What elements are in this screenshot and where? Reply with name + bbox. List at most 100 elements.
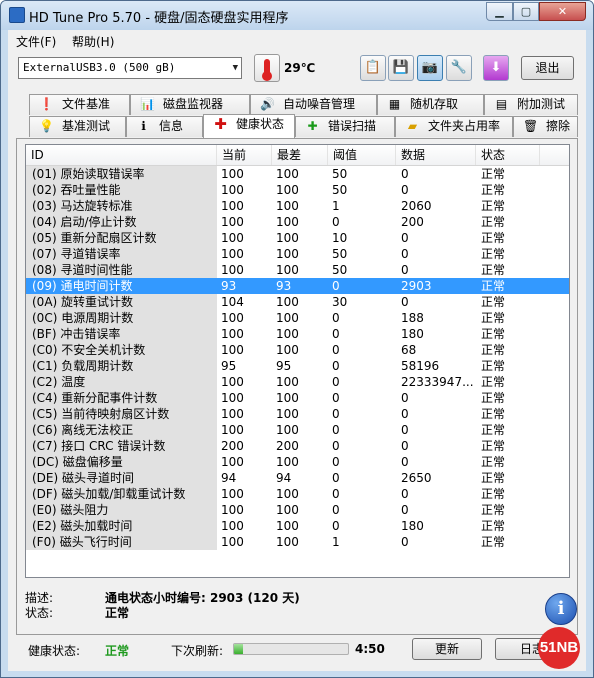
tab-error-scan[interactable]: ✚ 错误扫描 <box>295 116 395 137</box>
cell-current: 93 <box>221 279 237 293</box>
minimize-button[interactable]: ▁ <box>486 2 513 21</box>
cell-worst: 95 <box>276 359 292 373</box>
table-row[interactable]: (E2) 磁头加载时间 100 100 0 180 正常 <box>26 518 569 534</box>
refresh-progress-fill <box>234 644 244 654</box>
tab-random-access[interactable]: ▦ 随机存取 <box>377 94 484 115</box>
download-icon[interactable]: ⬇ <box>483 55 509 81</box>
title-bar[interactable]: HD Tune Pro 5.70 - 硬盘/固态硬盘实用程序 ▁ ▢ ✕ <box>1 1 593 30</box>
table-row[interactable]: (04) 启动/停止计数 100 100 0 200 正常 <box>26 214 569 230</box>
table-row[interactable]: (C1) 负载周期计数 95 95 0 58196 正常 <box>26 358 569 374</box>
cell-status: 正常 <box>481 327 506 341</box>
cell-worst: 100 <box>276 391 299 405</box>
cell-worst: 100 <box>276 519 299 533</box>
table-row[interactable]: (F0) 磁头飞行时间 100 100 1 0 正常 <box>26 534 569 550</box>
table-row[interactable]: (09) 通电时间计数 93 93 0 2903 正常 <box>26 278 569 294</box>
speaker-icon: 🔊 <box>260 97 275 111</box>
cell-data: 0 <box>401 487 409 501</box>
table-row[interactable]: (05) 重新分配扇区计数 100 100 10 0 正常 <box>26 230 569 246</box>
cell-id: (DC) 磁盘偏移量 <box>26 454 217 470</box>
cell-worst: 94 <box>276 471 292 485</box>
table-row[interactable]: (C7) 接口 CRC 错误计数 200 200 0 0 正常 <box>26 438 569 454</box>
cell-current: 100 <box>221 215 244 229</box>
table-row[interactable]: (0C) 电源周期计数 100 100 0 188 正常 <box>26 310 569 326</box>
cell-current: 100 <box>221 519 244 533</box>
settings-icon[interactable]: 🔧 <box>446 55 472 81</box>
table-row[interactable]: (C4) 重新分配事件计数 100 100 0 0 正常 <box>26 390 569 406</box>
table-row[interactable]: (0A) 旋转重试计数 104 100 30 0 正常 <box>26 294 569 310</box>
cell-worst: 100 <box>276 407 299 421</box>
cell-current: 100 <box>221 327 244 341</box>
cell-id: (C1) 负载周期计数 <box>26 358 217 374</box>
table-row[interactable]: (C0) 不安全关机计数 100 100 0 68 正常 <box>26 342 569 358</box>
cell-status: 正常 <box>481 295 506 309</box>
smart-table[interactable]: ID 当前 最差 阈值 数据 状态 (01) 原始读取错误率 100 100 50 0 正… <box>25 144 570 578</box>
cell-data: 180 <box>401 519 424 533</box>
cell-id: (C2) 温度 <box>26 374 217 390</box>
cell-status: 正常 <box>481 167 506 181</box>
cell-status: 正常 <box>481 423 506 437</box>
tab-health[interactable]: ✚ 健康状态 <box>203 114 295 138</box>
chevron-down-icon: ▼ <box>232 63 238 73</box>
info-icon[interactable]: i <box>545 593 577 625</box>
table-row[interactable]: (08) 寻道时间性能 100 100 50 0 正常 <box>26 262 569 278</box>
cell-threshold: 0 <box>332 439 340 453</box>
column-header-data[interactable]: 数据 <box>396 145 476 165</box>
column-header-threshold[interactable]: 阈值 <box>328 145 396 165</box>
camera-icon[interactable]: 📷 <box>417 55 443 81</box>
cell-current: 100 <box>221 263 244 277</box>
cell-threshold: 0 <box>332 359 340 373</box>
tab-file-benchmark[interactable]: ❗ 文件基准 <box>29 94 130 115</box>
cell-id: (0A) 旋转重试计数 <box>26 294 217 310</box>
table-row[interactable]: (C2) 温度 100 100 0 22333947... 正常 <box>26 374 569 390</box>
table-row[interactable]: (01) 原始读取错误率 100 100 50 0 正常 <box>26 166 569 182</box>
maximize-button[interactable]: ▢ <box>513 2 539 21</box>
drive-select[interactable]: ExternalUSB3.0 (500 gB) ▼ <box>18 57 242 79</box>
table-row[interactable]: (C5) 当前待映射扇区计数 100 100 0 0 正常 <box>26 406 569 422</box>
refresh-progress-bar <box>233 643 349 655</box>
tab-aam[interactable]: 🔊 自动噪音管理 <box>250 94 377 115</box>
cell-status: 正常 <box>481 471 506 485</box>
save-icon[interactable]: 💾 <box>388 55 414 81</box>
cell-data: 0 <box>401 295 409 309</box>
lightbulb-icon: 💡 <box>39 119 54 133</box>
table-row[interactable]: (DC) 磁盘偏移量 100 100 0 0 正常 <box>26 454 569 470</box>
exit-button[interactable]: 退出 <box>521 56 574 80</box>
cell-worst: 100 <box>276 247 299 261</box>
tab-info[interactable]: ℹ 信息 <box>126 116 203 137</box>
tab-disk-monitor[interactable]: 📊 磁盘监视器 <box>130 94 250 115</box>
cell-data: 2903 <box>401 279 432 293</box>
table-row[interactable]: (DF) 磁头加载/卸载重试计数 100 100 0 0 正常 <box>26 486 569 502</box>
table-row[interactable]: (03) 马达旋转标准 100 100 1 2060 正常 <box>26 198 569 214</box>
column-header-id[interactable]: ID <box>26 145 217 165</box>
close-button[interactable]: ✕ <box>539 2 586 21</box>
update-button[interactable]: 更新 <box>412 638 482 660</box>
menu-help[interactable]: 帮助(H) <box>72 33 114 50</box>
table-row[interactable]: (07) 寻道错误率 100 100 50 0 正常 <box>26 246 569 262</box>
tab-folder-usage[interactable]: ▰ 文件夹占用率 <box>395 116 513 137</box>
cell-worst: 100 <box>276 311 299 325</box>
column-header-current[interactable]: 当前 <box>217 145 272 165</box>
copy-icon[interactable]: 📋 <box>360 55 386 81</box>
tab-benchmark[interactable]: 💡 基准测试 <box>29 116 126 137</box>
cell-data: 200 <box>401 215 424 229</box>
cell-worst: 100 <box>276 343 299 357</box>
menu-file[interactable]: 文件(F) <box>16 33 56 50</box>
column-header-worst[interactable]: 最差 <box>272 145 328 165</box>
table-row[interactable]: (BF) 冲击错误率 100 100 0 180 正常 <box>26 326 569 342</box>
tab-erase[interactable]: 🗑 擦除 <box>513 116 578 137</box>
cell-current: 95 <box>221 359 237 373</box>
table-row[interactable]: (DE) 磁头寻道时间 94 94 0 2650 正常 <box>26 470 569 486</box>
cell-status: 正常 <box>481 391 506 405</box>
cell-worst: 100 <box>276 423 299 437</box>
cell-id: (C5) 当前待映射扇区计数 <box>26 406 217 422</box>
status-bar: 健康状态: 正常 下次刷新: 4:50 更新 日志 <box>8 633 586 663</box>
cell-id: (03) 马达旋转标准 <box>26 198 217 214</box>
tab-extra-tests[interactable]: ▤ 附加测试 <box>484 94 578 115</box>
cell-id: (05) 重新分配扇区计数 <box>26 230 217 246</box>
table-row[interactable]: (C6) 离线无法校正 100 100 0 0 正常 <box>26 422 569 438</box>
table-row[interactable]: (02) 吞吐量性能 100 100 50 0 正常 <box>26 182 569 198</box>
cell-threshold: 0 <box>332 215 340 229</box>
cell-status: 正常 <box>481 247 506 261</box>
table-row[interactable]: (E0) 磁头阻力 100 100 0 0 正常 <box>26 502 569 518</box>
column-header-status[interactable]: 状态 <box>476 145 540 165</box>
